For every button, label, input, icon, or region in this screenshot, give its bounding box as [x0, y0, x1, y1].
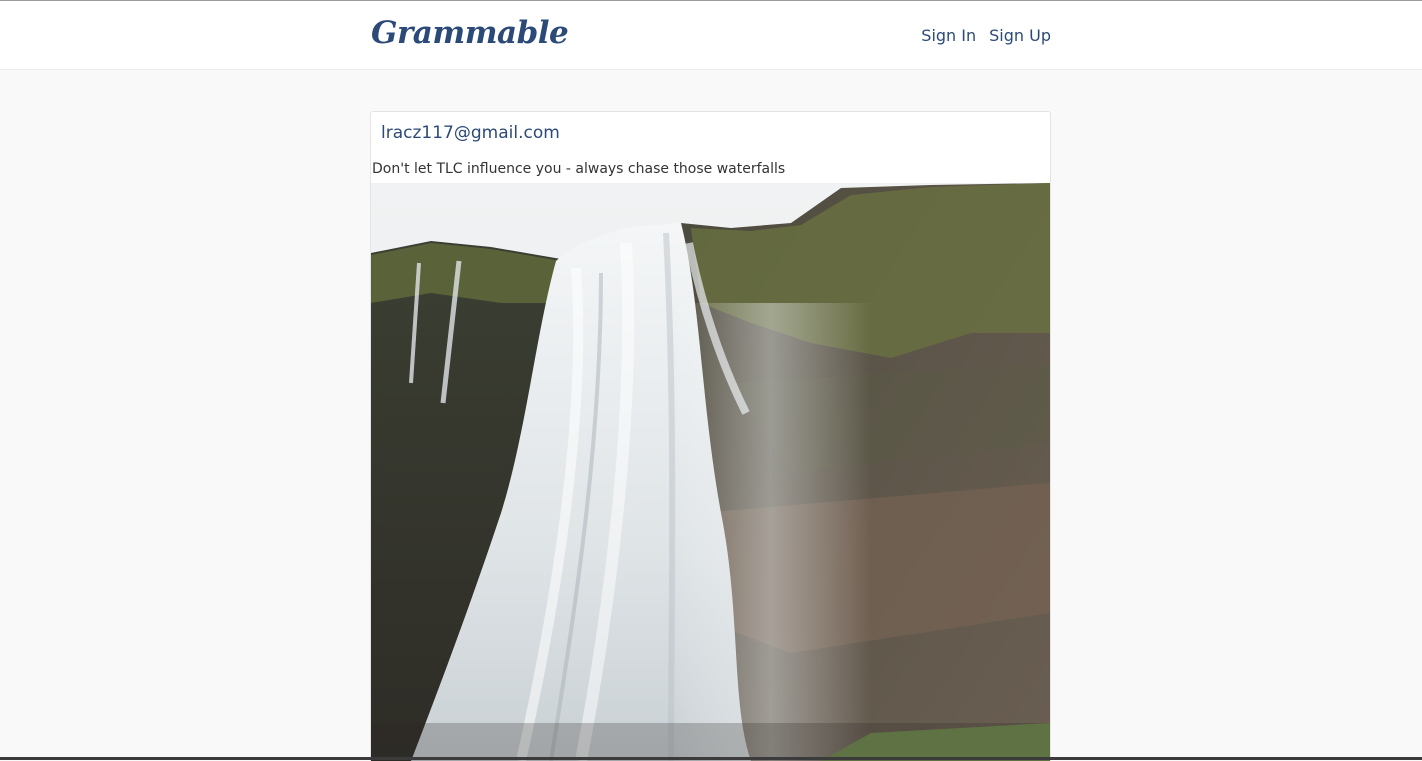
brand-logo[interactable]: Grammable: [371, 15, 569, 51]
post-image: [371, 183, 1050, 761]
nav-links: Sign In Sign Up: [921, 26, 1051, 45]
sign-in-link[interactable]: Sign In: [921, 26, 976, 45]
top-navbar: Grammable Sign In Sign Up: [0, 1, 1422, 70]
sign-up-link[interactable]: Sign Up: [989, 26, 1051, 45]
post-card: lracz117@gmail.com Don't let TLC influen…: [370, 111, 1051, 761]
post-author-email[interactable]: lracz117@gmail.com: [381, 123, 560, 143]
post-caption: Don't let TLC influence you - always cha…: [372, 161, 786, 177]
